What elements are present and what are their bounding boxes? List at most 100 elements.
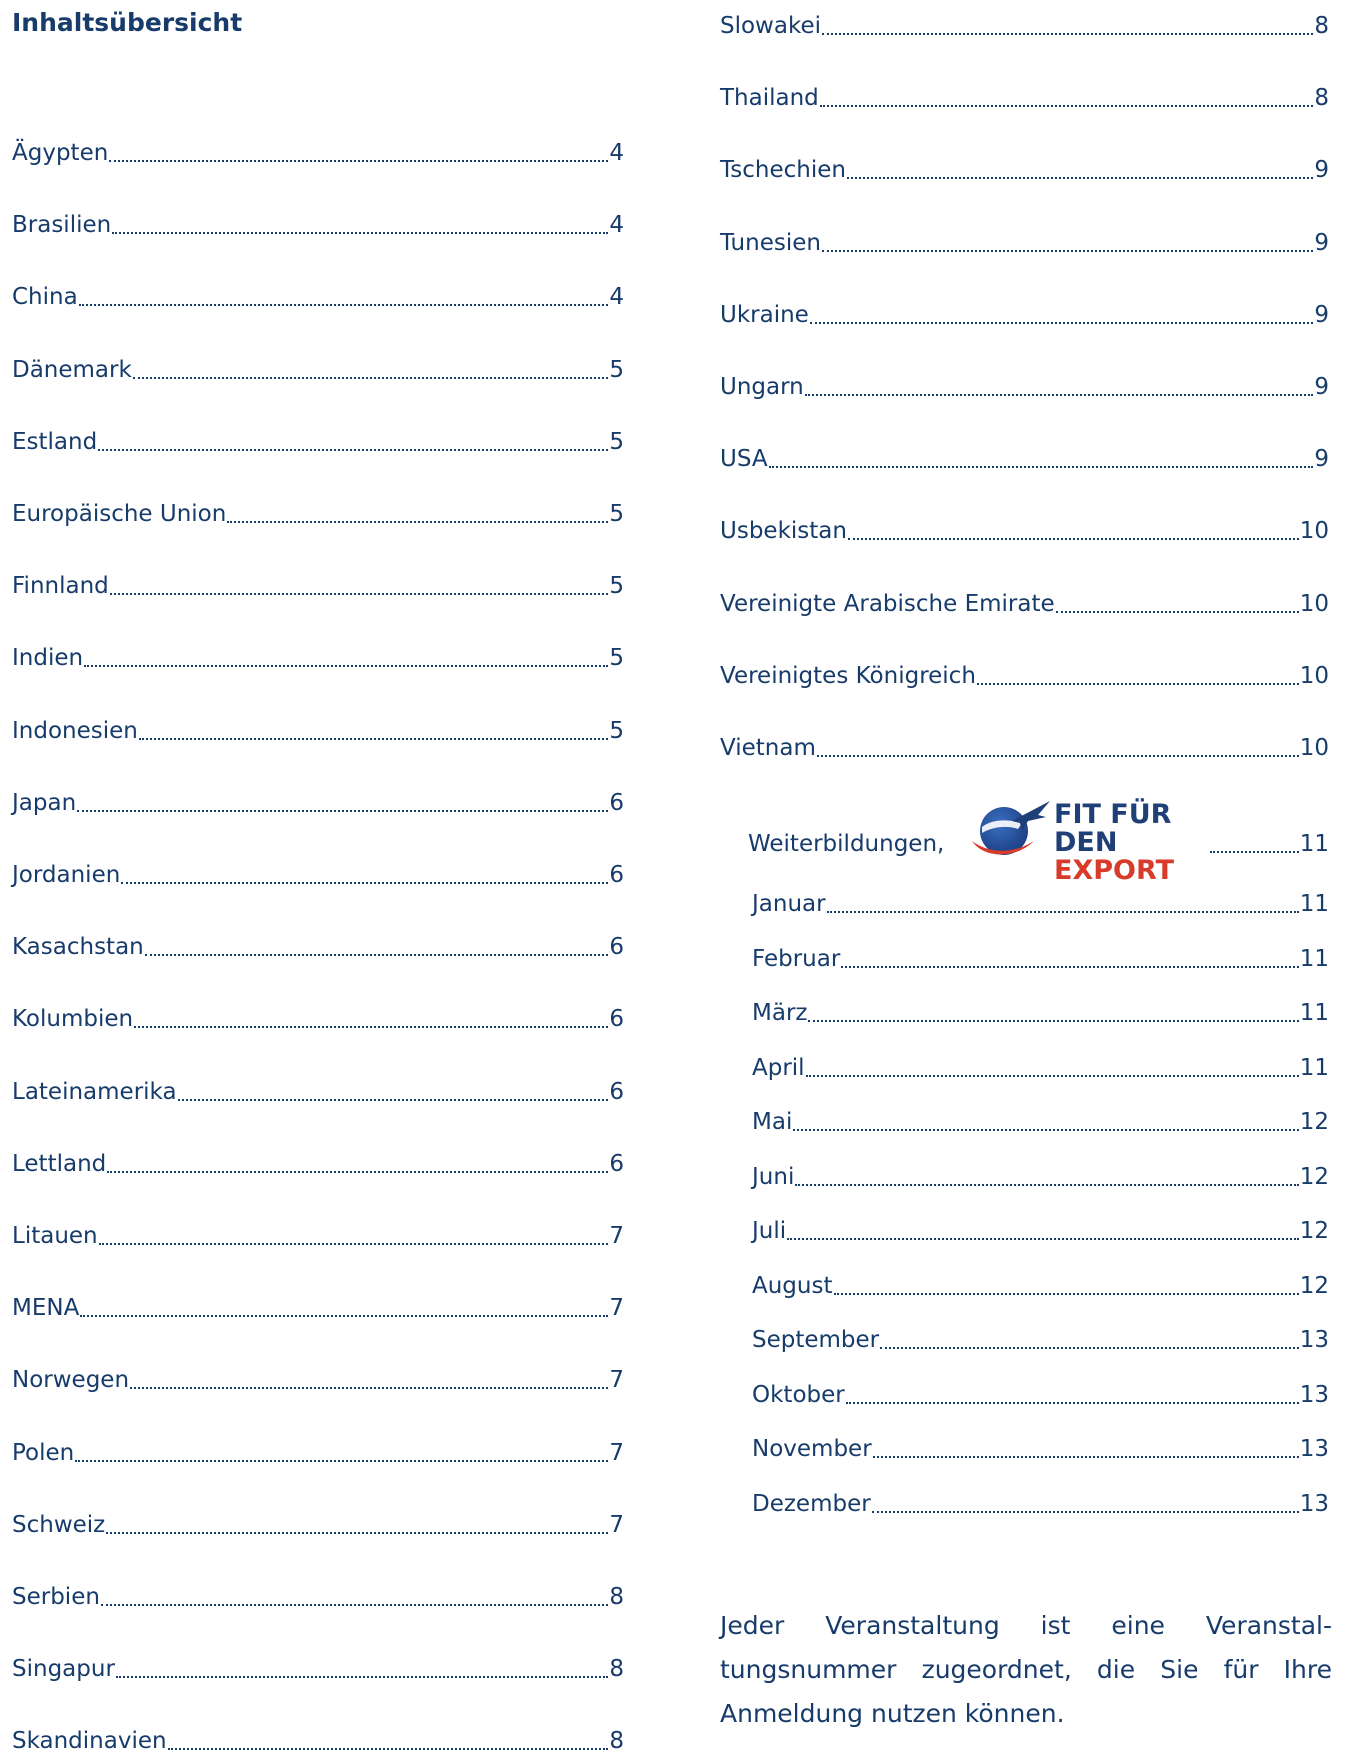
toc-entry-page: 4: [609, 140, 624, 166]
toc-entry[interactable]: Ungarn 9: [720, 371, 1329, 403]
toc-entry[interactable]: Ägypten 4: [12, 137, 624, 169]
toc-entry[interactable]: Serbien 8: [12, 1581, 624, 1613]
toc-month-entry[interactable]: August 12: [752, 1270, 1329, 1302]
toc-entry-label: Kolumbien: [12, 1006, 134, 1033]
toc-leader-dots: [75, 1459, 609, 1462]
toc-entry-label: Dezember: [752, 1490, 871, 1517]
toc-month-entry[interactable]: März 11: [752, 997, 1329, 1029]
toc-entry-label: Februar: [752, 945, 841, 972]
toc-entry[interactable]: Europäische Union 5: [12, 498, 624, 530]
toc-entry[interactable]: Indonesien 5: [12, 715, 624, 747]
toc-entry-label: China: [12, 284, 78, 311]
toc-entry[interactable]: Usbekistan 10: [720, 515, 1329, 547]
toc-entry-label: April: [752, 1054, 805, 1081]
fit-fuer-den-export-logo: FIT FÜR DEN EXPORT: [968, 797, 1230, 885]
toc-leader-dots: [768, 466, 1314, 469]
toc-entry-page: 5: [609, 501, 624, 527]
toc-leader-dots: [826, 911, 1299, 913]
logo-text-line1: FIT FÜR DEN: [1054, 799, 1172, 858]
toc-entry[interactable]: Japan 6: [12, 787, 624, 819]
toc-leader-dots: [107, 1170, 609, 1173]
toc-entry[interactable]: Lettland 6: [12, 1148, 624, 1180]
toc-month-entry[interactable]: November 13: [752, 1433, 1329, 1465]
toc-entry-page: 12: [1299, 1109, 1329, 1135]
toc-leader-dots: [880, 1347, 1299, 1349]
toc-entry[interactable]: Schweiz 7: [12, 1509, 624, 1541]
toc-entry[interactable]: Singapur 8: [12, 1653, 624, 1685]
toc-entry-label: Jordanien: [12, 862, 121, 888]
toc-leader-dots: [80, 1315, 609, 1318]
toc-month-entry[interactable]: Juni 12: [752, 1161, 1329, 1193]
toc-entry-label: Finnland: [12, 573, 109, 600]
toc-month-entry[interactable]: Oktober 13: [752, 1379, 1329, 1411]
toc-leader-dots: [84, 665, 609, 668]
toc-entry[interactable]: Vereinigte Arabische Emirate 10: [720, 588, 1329, 620]
toc-entry[interactable]: Kolumbien 6: [12, 1003, 624, 1035]
toc-entry-label: Slowakei: [720, 13, 822, 39]
toc-entry-page: 5: [609, 645, 624, 672]
toc-entry-page: 13: [1299, 1327, 1329, 1353]
toc-leader-dots: [822, 33, 1314, 35]
toc-entry[interactable]: Jordanien 6: [12, 859, 624, 891]
toc-month-entry[interactable]: Mai 12: [752, 1106, 1329, 1138]
toc-entry-label: Juli: [752, 1218, 787, 1244]
toc-entry[interactable]: Dänemark 5: [12, 354, 624, 386]
toc-entry[interactable]: Skandinavien 8: [12, 1725, 624, 1757]
globe-airplane-logo-icon: [972, 801, 1050, 855]
toc-entry[interactable]: Thailand 8: [720, 82, 1329, 114]
toc-entry-page: 8: [609, 1728, 624, 1755]
toc-entry-page: 5: [609, 428, 624, 455]
toc-entry[interactable]: Kasachstan 6: [12, 931, 624, 963]
toc-entry[interactable]: Norwegen 7: [12, 1364, 624, 1396]
toc-entry-page: 13: [1299, 1381, 1329, 1408]
toc-entry-label: Brasilien: [12, 212, 112, 239]
toc-entry[interactable]: Tunesien 9: [720, 227, 1329, 259]
toc-month-entry[interactable]: Januar 11: [752, 888, 1329, 920]
toc-entry[interactable]: Ukraine 9: [720, 299, 1329, 331]
toc-entry[interactable]: Lateinamerika 6: [12, 1076, 624, 1108]
toc-leader-dots: [109, 160, 609, 162]
toc-entry[interactable]: MENA 7: [12, 1292, 624, 1324]
toc-entry-page: 9: [1314, 229, 1329, 256]
toc-entry-label: November: [752, 1436, 872, 1462]
logo-wordmark: FIT FÜR DEN EXPORT: [1054, 801, 1230, 885]
toc-month-entry[interactable]: Juli 12: [752, 1215, 1329, 1247]
toc-entry-label: März: [752, 1000, 808, 1026]
toc-entry-label: Polen: [12, 1439, 75, 1466]
toc-leader-dots: [109, 593, 609, 596]
toc-entry[interactable]: Vereinigtes Königreich 10: [720, 660, 1329, 692]
toc-entry[interactable]: Brasilien 4: [12, 209, 624, 241]
toc-entry-page: 6: [609, 789, 624, 816]
toc-leader-dots: [167, 1748, 609, 1751]
toc-entry-label: Norwegen: [12, 1367, 130, 1394]
toc-entry-page: 7: [609, 1295, 624, 1322]
toc-entry-label: Lettland: [12, 1150, 107, 1177]
toc-entry-label: Europäische Union: [12, 501, 227, 527]
toc-entry[interactable]: Finnland 5: [12, 570, 624, 602]
page-title: Inhaltsübersicht: [12, 8, 243, 37]
toc-entry[interactable]: Indien 5: [12, 642, 624, 674]
toc-month-entry[interactable]: September 13: [752, 1324, 1329, 1356]
toc-entry[interactable]: China 4: [12, 281, 624, 313]
toc-entry[interactable]: Litauen 7: [12, 1220, 624, 1252]
toc-entry-page: 6: [609, 862, 624, 888]
toc-entry[interactable]: Estland 5: [12, 426, 624, 458]
toc-leader-dots: [841, 965, 1299, 968]
toc-month-entry[interactable]: April 11: [752, 1052, 1329, 1084]
toc-entry-page: 7: [609, 1367, 624, 1394]
toc-entry-label: Ukraine: [720, 301, 809, 328]
toc-entry-page: 10: [1299, 735, 1329, 761]
toc-entry-page: 11: [1299, 831, 1329, 857]
toc-entry[interactable]: Slowakei 8: [720, 10, 1329, 42]
toc-entry[interactable]: Tschechien 9: [720, 154, 1329, 186]
toc-entry[interactable]: Vietnam 10: [720, 732, 1329, 764]
toc-leader-dots: [121, 882, 609, 884]
toc-leader-dots: [805, 1074, 1299, 1077]
toc-month-entry[interactable]: Februar 11: [752, 943, 1329, 975]
toc-month-entry[interactable]: Dezember 13: [752, 1488, 1329, 1520]
toc-entry-page: 13: [1299, 1490, 1329, 1517]
toc-entry[interactable]: Polen 7: [12, 1437, 624, 1469]
toc-leader-dots: [821, 249, 1314, 252]
toc-entry[interactable]: USA 9: [720, 443, 1329, 475]
toc-entry-page: 4: [609, 212, 624, 239]
